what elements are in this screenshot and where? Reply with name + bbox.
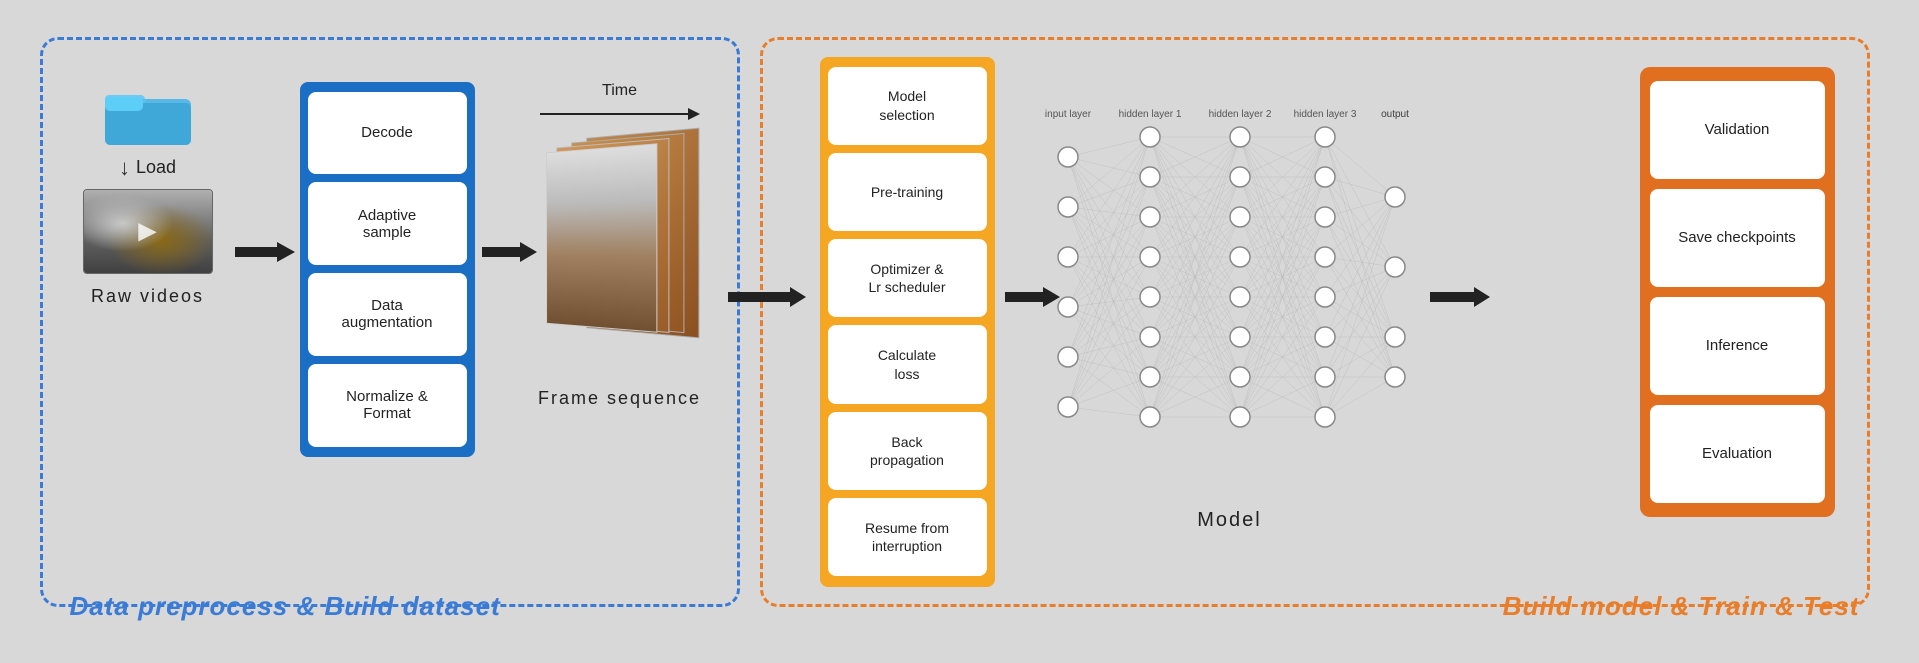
diagram-container: Data preprocess & Build dataset Build mo… bbox=[30, 22, 1890, 642]
svg-text:hidden layer 2: hidden layer 2 bbox=[1208, 109, 1271, 120]
back-propagation-item: Backpropagation bbox=[828, 412, 987, 490]
video-thumbnail-inner bbox=[84, 190, 212, 273]
time-label: Time bbox=[602, 82, 637, 100]
frame-sequence-section: Time Frame sequence bbox=[520, 82, 720, 409]
results-panel: Validation Save checkpoints Inference Ev… bbox=[1640, 67, 1835, 517]
validation-item: Validation bbox=[1650, 81, 1825, 179]
folder-icon bbox=[103, 77, 193, 147]
frame-stack bbox=[540, 133, 700, 353]
load-text: Load bbox=[136, 157, 176, 178]
decode-item: Decode bbox=[308, 92, 467, 175]
svg-text:hidden layer 1: hidden layer 1 bbox=[1118, 109, 1181, 120]
pre-training-item: Pre-training bbox=[828, 153, 987, 231]
arrow5 bbox=[1430, 282, 1490, 317]
video-thumbnail bbox=[83, 189, 213, 274]
svg-text:input layer: input layer bbox=[1044, 109, 1091, 120]
training-steps-panel: Modelselection Pre-training Optimizer &L… bbox=[820, 57, 995, 587]
load-label: ↓ Load bbox=[119, 155, 176, 181]
svg-text:output: output bbox=[1381, 109, 1409, 120]
normalize-format-item: Normalize &Format bbox=[308, 364, 467, 447]
data-augmentation-item: Dataaugmentation bbox=[308, 273, 467, 356]
down-arrow-icon: ↓ bbox=[119, 155, 130, 181]
arrow1 bbox=[235, 237, 295, 272]
adaptive-sample-item: Adaptivesample bbox=[308, 182, 467, 265]
inference-item: Inference bbox=[1650, 297, 1825, 395]
evaluation-item: Evaluation bbox=[1650, 405, 1825, 503]
blue-box-label: Data preprocess & Build dataset bbox=[70, 591, 501, 622]
frame-sequence-label: Frame sequence bbox=[538, 388, 701, 409]
neural-network-section: input layer hidden layer 1 hidden layer … bbox=[1040, 77, 1420, 507]
save-checkpoints-item: Save checkpoints bbox=[1650, 189, 1825, 287]
calculate-loss-item: Calculateloss bbox=[828, 325, 987, 403]
raw-videos-label: Raw videos bbox=[91, 286, 204, 307]
model-selection-item: Modelselection bbox=[828, 67, 987, 145]
preprocessing-panel: Decode Adaptivesample Dataaugmentation N… bbox=[300, 82, 475, 457]
orange-box-label: Build model & Train & Test bbox=[1503, 591, 1860, 622]
raw-videos-section: ↓ Load Raw videos bbox=[68, 77, 228, 307]
resume-item: Resume frominterruption bbox=[828, 498, 987, 576]
svg-text:hidden layer 3: hidden layer 3 bbox=[1293, 109, 1356, 120]
model-label: Model bbox=[1197, 509, 1261, 532]
optimizer-item: Optimizer &Lr scheduler bbox=[828, 239, 987, 317]
arrow3 bbox=[728, 282, 806, 317]
